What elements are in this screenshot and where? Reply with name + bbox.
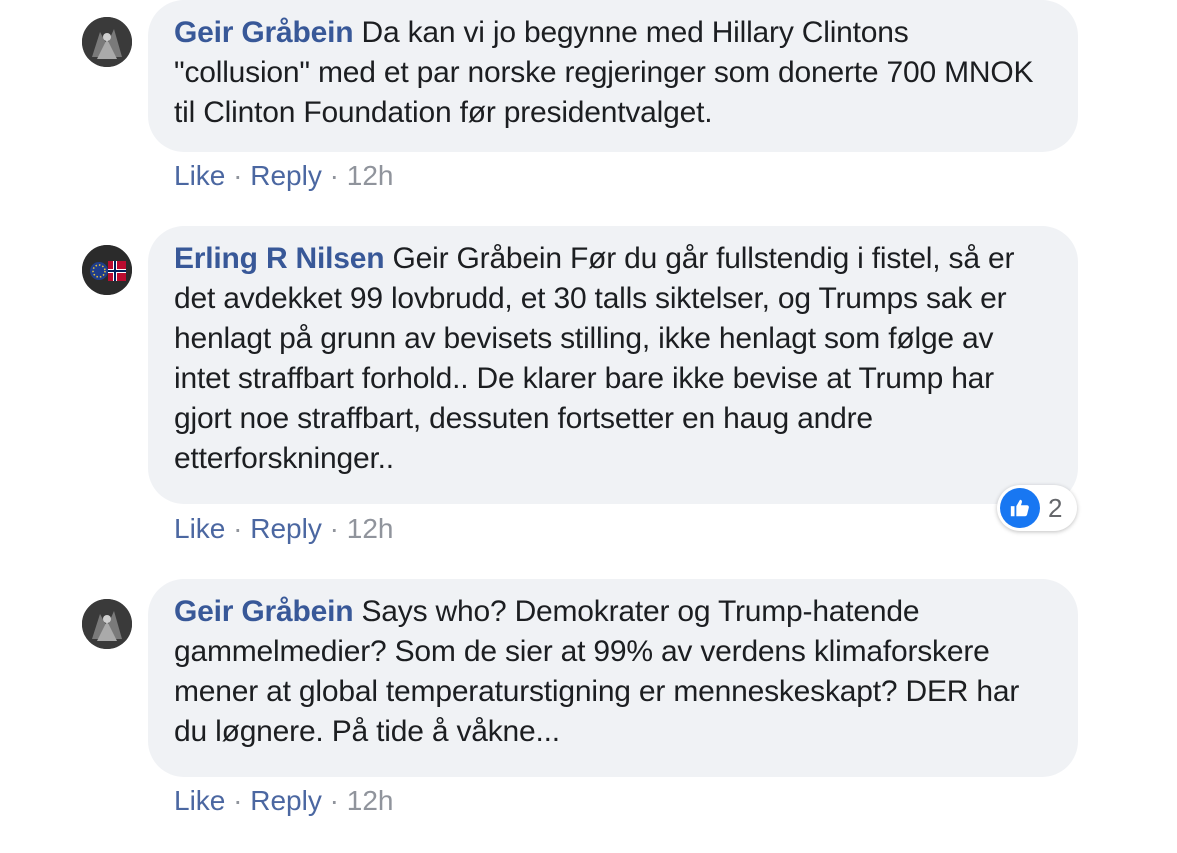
avatar[interactable]: [82, 245, 132, 295]
comment-actions: Like · Reply · 12h: [174, 784, 393, 818]
avatar-image-icon: [82, 599, 132, 649]
comment-timestamp[interactable]: 12h: [347, 513, 394, 544]
comment-author[interactable]: Geir Gråbein: [174, 595, 354, 628]
comment-timestamp[interactable]: 12h: [347, 160, 394, 191]
reply-link[interactable]: Reply: [250, 513, 322, 544]
separator: ·: [329, 785, 339, 816]
like-link[interactable]: Like: [174, 160, 225, 191]
avatar[interactable]: [82, 17, 132, 67]
comment-bubble: Erling R Nilsen Geir Gråbein Før du går …: [148, 226, 1078, 504]
separator: ·: [233, 785, 243, 816]
avatar[interactable]: [82, 599, 132, 649]
comment-timestamp[interactable]: 12h: [347, 785, 394, 816]
separator: ·: [233, 160, 243, 191]
comment-author[interactable]: Geir Gråbein: [174, 16, 354, 49]
separator: ·: [329, 513, 339, 544]
like-link[interactable]: Like: [174, 513, 225, 544]
comment-actions: Like · Reply · 12h: [174, 159, 393, 193]
thumbs-up-icon: [1000, 488, 1040, 528]
reaction-summary[interactable]: 2: [997, 485, 1077, 531]
avatar-image-icon: [82, 245, 132, 295]
reply-link[interactable]: Reply: [250, 785, 322, 816]
like-link[interactable]: Like: [174, 785, 225, 816]
avatar-image-icon: [82, 17, 132, 67]
comment-author[interactable]: Erling R Nilsen: [174, 242, 385, 275]
comment-text: Geir Gråbein Før du går fullstendig i fi…: [174, 242, 1015, 475]
comment-bubble: Geir Gråbein Da kan vi jo begynne med Hi…: [148, 0, 1078, 152]
comment-bubble: Geir Gråbein Says who? Demokrater og Tru…: [148, 579, 1078, 777]
comment-actions: Like · Reply · 12h: [174, 512, 393, 546]
separator: ·: [329, 160, 339, 191]
reply-link[interactable]: Reply: [250, 160, 322, 191]
separator: ·: [233, 513, 243, 544]
reaction-count: 2: [1048, 492, 1063, 523]
